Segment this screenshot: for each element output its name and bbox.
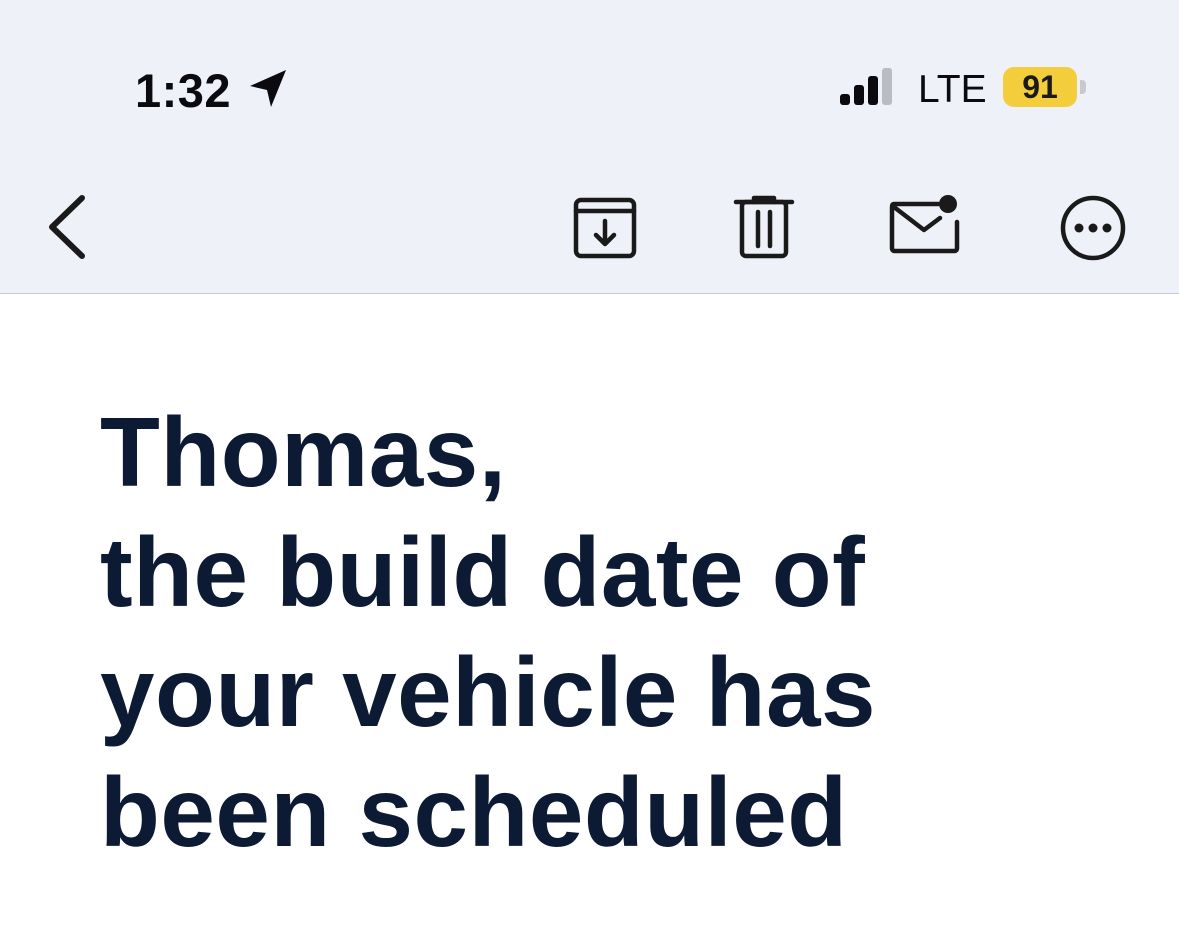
archive-icon bbox=[573, 197, 637, 259]
message-headline: Thomas, the build date of your vehicle h… bbox=[100, 392, 1100, 872]
headline-line: been scheduled bbox=[100, 757, 848, 867]
trash-button[interactable] bbox=[732, 194, 796, 260]
headline-line: your vehicle has bbox=[100, 637, 877, 747]
message-body: Thomas, the build date of your vehicle h… bbox=[100, 392, 1100, 872]
battery-indicator: 91 bbox=[1003, 67, 1077, 107]
top-chrome: 1:32 LTE 91 bbox=[0, 0, 1179, 294]
mark-unread-button[interactable] bbox=[886, 190, 964, 258]
mail-unread-icon bbox=[889, 195, 960, 254]
network-type-label: LTE bbox=[918, 68, 987, 111]
archive-button[interactable] bbox=[570, 194, 640, 260]
location-arrow-icon bbox=[250, 70, 286, 107]
cellular-signal-icon bbox=[840, 68, 892, 105]
chevron-left-icon bbox=[49, 195, 85, 259]
back-button[interactable] bbox=[36, 192, 96, 262]
more-icon bbox=[1060, 195, 1126, 261]
trash-icon bbox=[733, 195, 795, 259]
more-button[interactable] bbox=[1057, 192, 1129, 264]
headline-line: the build date of bbox=[100, 517, 866, 627]
headline-line: Thomas, bbox=[100, 397, 507, 507]
battery-cap bbox=[1080, 80, 1086, 94]
status-time: 1:32 bbox=[135, 63, 232, 117]
